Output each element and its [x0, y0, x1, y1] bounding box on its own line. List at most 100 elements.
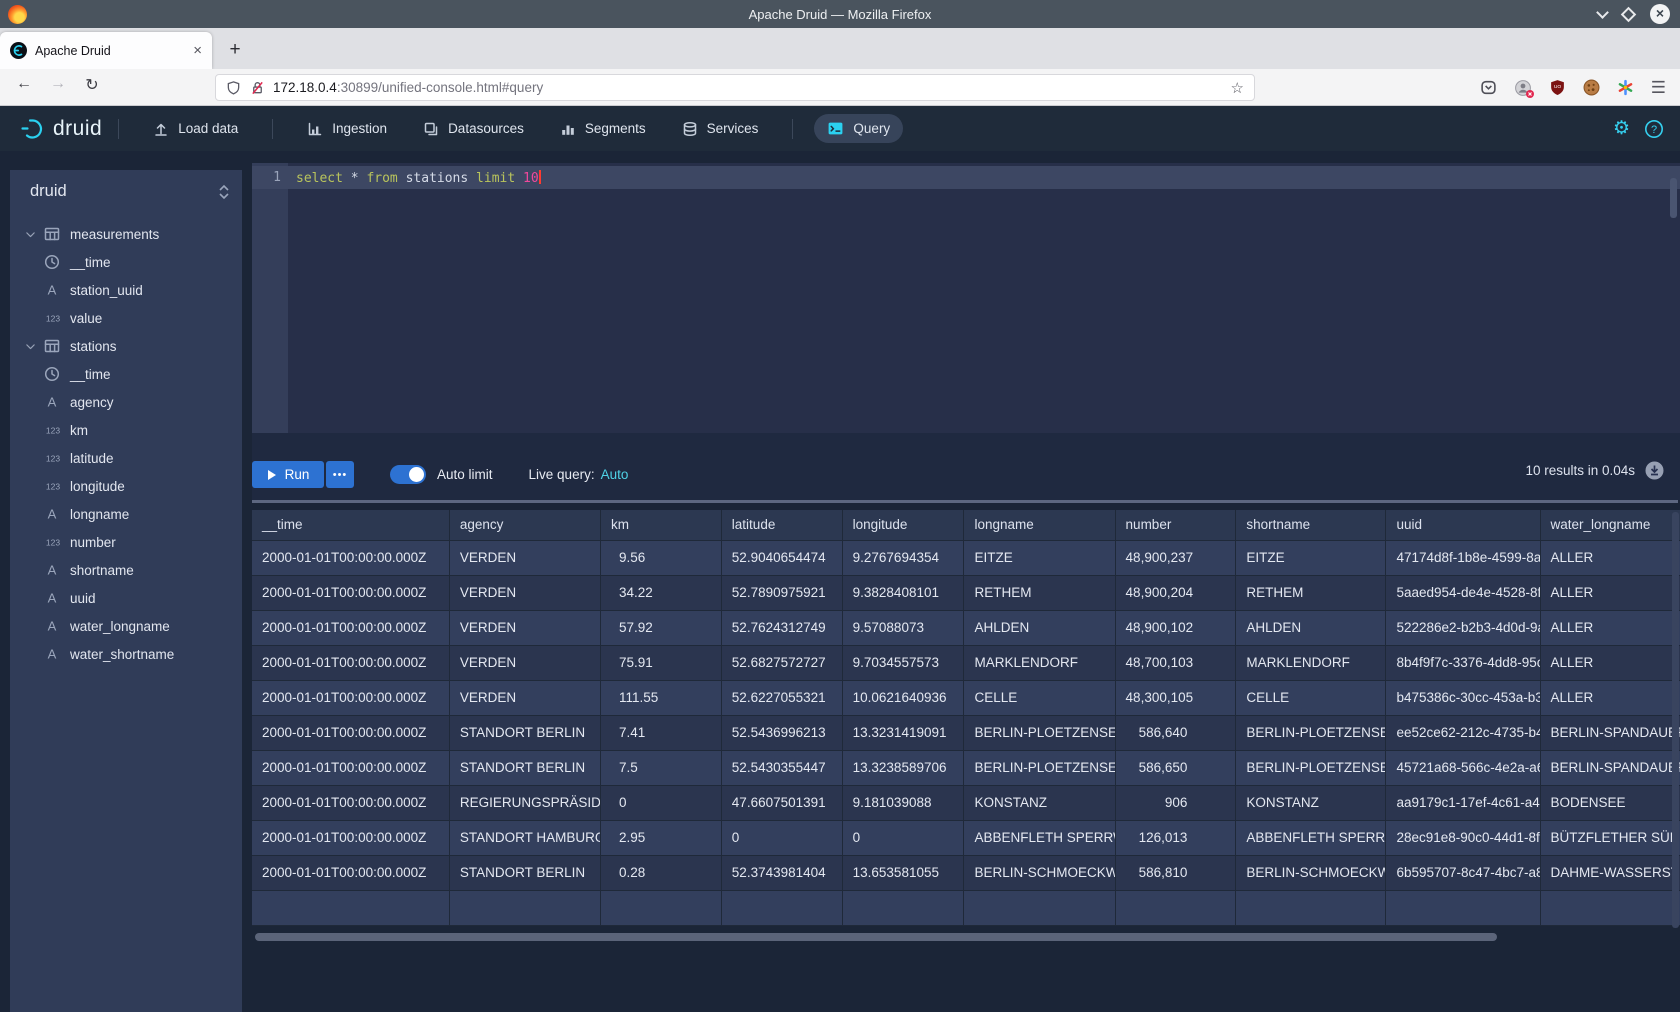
cell-latitude[interactable]: 52.5430355447: [721, 750, 842, 785]
cell-km[interactable]: 75.91: [600, 645, 721, 680]
cell-number[interactable]: 48,900,102: [1115, 610, 1236, 645]
tree-column-__time[interactable]: __time: [10, 360, 242, 388]
cell-latitude[interactable]: 52.7624312749: [721, 610, 842, 645]
new-tab-button[interactable]: +: [222, 38, 248, 64]
cell-number[interactable]: 126,013: [1115, 820, 1236, 855]
cell-latitude[interactable]: 0: [721, 820, 842, 855]
cell-water_longname[interactable]: ALLER: [1540, 680, 1680, 715]
chevron-down-icon[interactable]: [24, 340, 38, 353]
url-text[interactable]: 172.18.0.4:30899/unified-console.html#qu…: [273, 80, 1231, 95]
cell-water_longname[interactable]: DAHME-WASSERSTRAS: [1540, 855, 1680, 890]
cell-longname[interactable]: BERLIN-SCHMOECKWITZ: [964, 855, 1115, 890]
cell-water_longname[interactable]: BERLIN-SPANDAUER-S: [1540, 715, 1680, 750]
chevron-down-icon[interactable]: [24, 228, 38, 241]
tree-table-measurements[interactable]: measurements: [10, 220, 242, 248]
nav-services[interactable]: Services: [669, 115, 772, 143]
column-header-km[interactable]: km: [600, 510, 721, 540]
cell-shortname[interactable]: MARKLENDORF: [1236, 645, 1386, 680]
cell-number[interactable]: 48,900,204: [1115, 575, 1236, 610]
tree-column-agency[interactable]: Aagency: [10, 388, 242, 416]
pocket-icon[interactable]: [1480, 79, 1497, 96]
column-header-longitude[interactable]: longitude: [842, 510, 964, 540]
cell-agency[interactable]: STANDORT BERLIN: [449, 750, 600, 785]
run-more-button[interactable]: •••: [326, 461, 354, 488]
cell-shortname[interactable]: KONSTANZ: [1236, 785, 1386, 820]
cell-water_longname[interactable]: BÜTZFLETHER SÜDERE: [1540, 820, 1680, 855]
tree-table-stations[interactable]: stations: [10, 332, 242, 360]
column-header-__time[interactable]: __time: [252, 510, 449, 540]
cell-water_longname[interactable]: ALLER: [1540, 540, 1680, 575]
tree-column-__time[interactable]: __time: [10, 248, 242, 276]
cell-latitude[interactable]: 52.7890975921: [721, 575, 842, 610]
cell-shortname[interactable]: BERLIN-PLOETZENSEE C: [1236, 715, 1386, 750]
window-maximize-button[interactable]: [1621, 6, 1637, 22]
cell-longitude[interactable]: 9.57088073: [842, 610, 964, 645]
cell-latitude[interactable]: 52.5436996213: [721, 715, 842, 750]
bookmark-star-icon[interactable]: ☆: [1231, 79, 1244, 97]
tree-column-water_longname[interactable]: Awater_longname: [10, 612, 242, 640]
cell-number[interactable]: 48,300,105: [1115, 680, 1236, 715]
cell-agency[interactable]: STANDORT BERLIN: [449, 855, 600, 890]
cell-uuid[interactable]: 522286e2-b2b3-4d0d-9a: [1386, 610, 1540, 645]
cell-km[interactable]: 2.95: [600, 820, 721, 855]
cell-longname[interactable]: BERLIN-PLOETZENSEE C: [964, 715, 1115, 750]
cell-km[interactable]: 7.5: [600, 750, 721, 785]
cell-latitude[interactable]: 47.6607501391: [721, 785, 842, 820]
cell-shortname[interactable]: CELLE: [1236, 680, 1386, 715]
run-button[interactable]: Run: [252, 461, 324, 488]
cell-agency[interactable]: VERDEN: [449, 645, 600, 680]
cell-longname[interactable]: RETHEM: [964, 575, 1115, 610]
cell-longname[interactable]: KONSTANZ: [964, 785, 1115, 820]
cell-number[interactable]: 586,650: [1115, 750, 1236, 785]
cell-water_longname[interactable]: BERLIN-SPANDAUER-S: [1540, 750, 1680, 785]
cell-water_longname[interactable]: BODENSEE: [1540, 785, 1680, 820]
cell-longname[interactable]: ABBENFLETH SPERRWEI: [964, 820, 1115, 855]
auto-limit-toggle[interactable]: [390, 465, 426, 484]
cell-km[interactable]: 111.55: [600, 680, 721, 715]
cell-uuid[interactable]: 45721a68-566c-4e2a-a6: [1386, 750, 1540, 785]
menu-icon[interactable]: ☰: [1651, 78, 1666, 98]
query-editor[interactable]: 1 select * from stations limit 10: [252, 163, 1680, 433]
cell-shortname[interactable]: AHLDEN: [1236, 610, 1386, 645]
download-icon[interactable]: [1645, 461, 1664, 480]
tree-column-latitude[interactable]: 123latitude: [10, 444, 242, 472]
window-minimize-button[interactable]: [1596, 6, 1609, 19]
insecure-lock-icon[interactable]: [250, 80, 265, 96]
druid-logo[interactable]: druid: [18, 115, 102, 143]
cell-longitude[interactable]: 13.3231419091: [842, 715, 964, 750]
cell-__time[interactable]: 2000-01-01T00:00:00.000Z: [252, 680, 449, 715]
pane-resize-handle[interactable]: [252, 500, 1678, 503]
cell-uuid[interactable]: 8b4f9f7c-3376-4dd8-95c: [1386, 645, 1540, 680]
cell-number[interactable]: 48,900,237: [1115, 540, 1236, 575]
cell-uuid[interactable]: b475386c-30cc-453a-b3: [1386, 680, 1540, 715]
cell-__time[interactable]: 2000-01-01T00:00:00.000Z: [252, 855, 449, 890]
cell-longitude[interactable]: 9.3828408101: [842, 575, 964, 610]
cell-agency[interactable]: VERDEN: [449, 540, 600, 575]
cell-latitude[interactable]: 52.3743981404: [721, 855, 842, 890]
cell-latitude[interactable]: 52.6227055321: [721, 680, 842, 715]
cell-shortname[interactable]: EITZE: [1236, 540, 1386, 575]
url-bar[interactable]: 172.18.0.4:30899/unified-console.html#qu…: [215, 74, 1255, 101]
tree-column-water_shortname[interactable]: Awater_shortname: [10, 640, 242, 668]
back-icon[interactable]: ←: [12, 75, 36, 93]
column-header-agency[interactable]: agency: [449, 510, 600, 540]
cell-agency[interactable]: VERDEN: [449, 575, 600, 610]
cell-agency[interactable]: STANDORT HAMBURG: [449, 820, 600, 855]
tree-column-longname[interactable]: Alongname: [10, 500, 242, 528]
cell-longname[interactable]: EITZE: [964, 540, 1115, 575]
cell-km[interactable]: 7.41: [600, 715, 721, 750]
tab-close-icon[interactable]: ×: [193, 42, 202, 59]
cell-longitude[interactable]: 0: [842, 820, 964, 855]
cell-shortname[interactable]: BERLIN-PLOETZENSEE U: [1236, 750, 1386, 785]
live-query-value[interactable]: Auto: [601, 467, 629, 482]
cell-uuid[interactable]: 28ec91e8-90c0-44d1-8f: [1386, 820, 1540, 855]
settings-gear-icon[interactable]: ⚙: [1613, 117, 1630, 140]
cell-__time[interactable]: 2000-01-01T00:00:00.000Z: [252, 575, 449, 610]
cell-water_longname[interactable]: ALLER: [1540, 645, 1680, 680]
help-icon[interactable]: ?: [1644, 119, 1664, 139]
cell-longitude[interactable]: 9.2767694354: [842, 540, 964, 575]
cell-longname[interactable]: CELLE: [964, 680, 1115, 715]
cell-latitude[interactable]: 52.9040654474: [721, 540, 842, 575]
cell-km[interactable]: 57.92: [600, 610, 721, 645]
cell-km[interactable]: 0.28: [600, 855, 721, 890]
